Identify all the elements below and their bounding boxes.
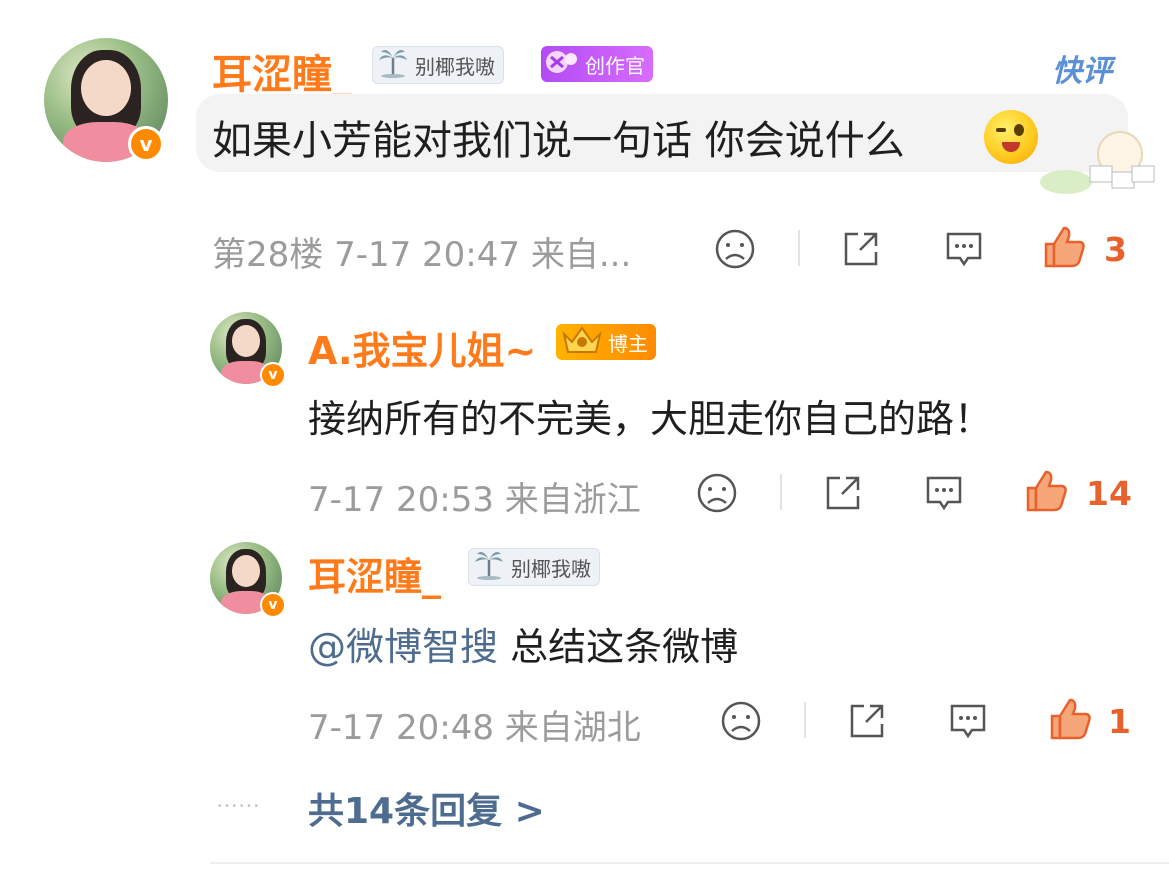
sad-face-icon[interactable] (696, 472, 738, 518)
more-replies-link[interactable]: 共14条回复 > (308, 782, 545, 834)
sticker-decoration-icon (1020, 128, 1160, 198)
share-icon[interactable] (846, 700, 888, 746)
thumbs-up-icon[interactable] (1048, 696, 1094, 746)
comment-text: 如果小芳能对我们说一句话 你会说什么 (212, 118, 905, 164)
like-count: 14 (1086, 474, 1132, 513)
comment-meta: 第28楼 7-17 20:47 来自... (212, 235, 632, 275)
thumbs-up-icon[interactable] (1042, 224, 1088, 274)
blogger-badge-label: 博主 (608, 331, 648, 356)
reply-meta: 7-17 20:48 来自湖北 (308, 708, 641, 748)
thumbs-up-icon[interactable] (1024, 468, 1070, 518)
comment-username[interactable]: 耳涩瞳_ (212, 42, 352, 100)
quick-reply-button[interactable]: 快评 (1052, 46, 1112, 90)
user-tag[interactable]: 别椰我嗷 (468, 548, 600, 586)
verified-v-icon: v (260, 592, 286, 618)
like-count: 3 (1104, 230, 1127, 269)
verified-v-icon: v (128, 126, 164, 162)
avatar-face (81, 60, 131, 117)
comment-icon[interactable] (946, 700, 990, 746)
share-icon[interactable] (840, 228, 882, 274)
sad-face-icon[interactable] (714, 228, 756, 274)
creator-badge-label: 创作官 (585, 53, 645, 78)
reply-text: @微博智搜 总结这条微博 (308, 616, 738, 671)
divider (780, 474, 782, 510)
divider (804, 702, 806, 738)
user-tag-label: 别椰我嗷 (511, 556, 591, 581)
verified-v-icon: v (260, 362, 286, 388)
comment-icon[interactable] (942, 228, 986, 274)
bottom-divider (210, 862, 1169, 864)
reply-meta: 7-17 20:53 来自浙江 (308, 480, 641, 520)
mention-link[interactable]: @微博智搜 (308, 625, 498, 669)
crown-icon (560, 324, 604, 361)
share-icon[interactable] (822, 472, 864, 518)
comment-icon[interactable] (922, 472, 966, 518)
blogger-badge[interactable]: 博主 (556, 324, 656, 360)
more-dots: …… (216, 788, 260, 813)
user-tag[interactable]: 别椰我嗷 (372, 46, 504, 84)
reply-text: 接纳所有的不完美，大胆走你自己的路！ (308, 397, 993, 441)
creator-badge[interactable]: 创作官 (541, 46, 653, 82)
palm-tree-icon (473, 550, 505, 584)
like-count: 1 (1108, 702, 1131, 741)
sad-face-icon[interactable] (720, 700, 762, 746)
user-tag-label: 别椰我嗷 (415, 54, 495, 79)
creator-badge-icon (545, 47, 581, 82)
reply-username[interactable]: 耳涩瞳_ (308, 546, 441, 601)
palm-tree-icon (377, 48, 409, 82)
reply-username[interactable]: A.我宝儿姐~ (308, 320, 536, 375)
reply-text-body: 总结这条微博 (510, 625, 739, 669)
divider (798, 230, 800, 266)
